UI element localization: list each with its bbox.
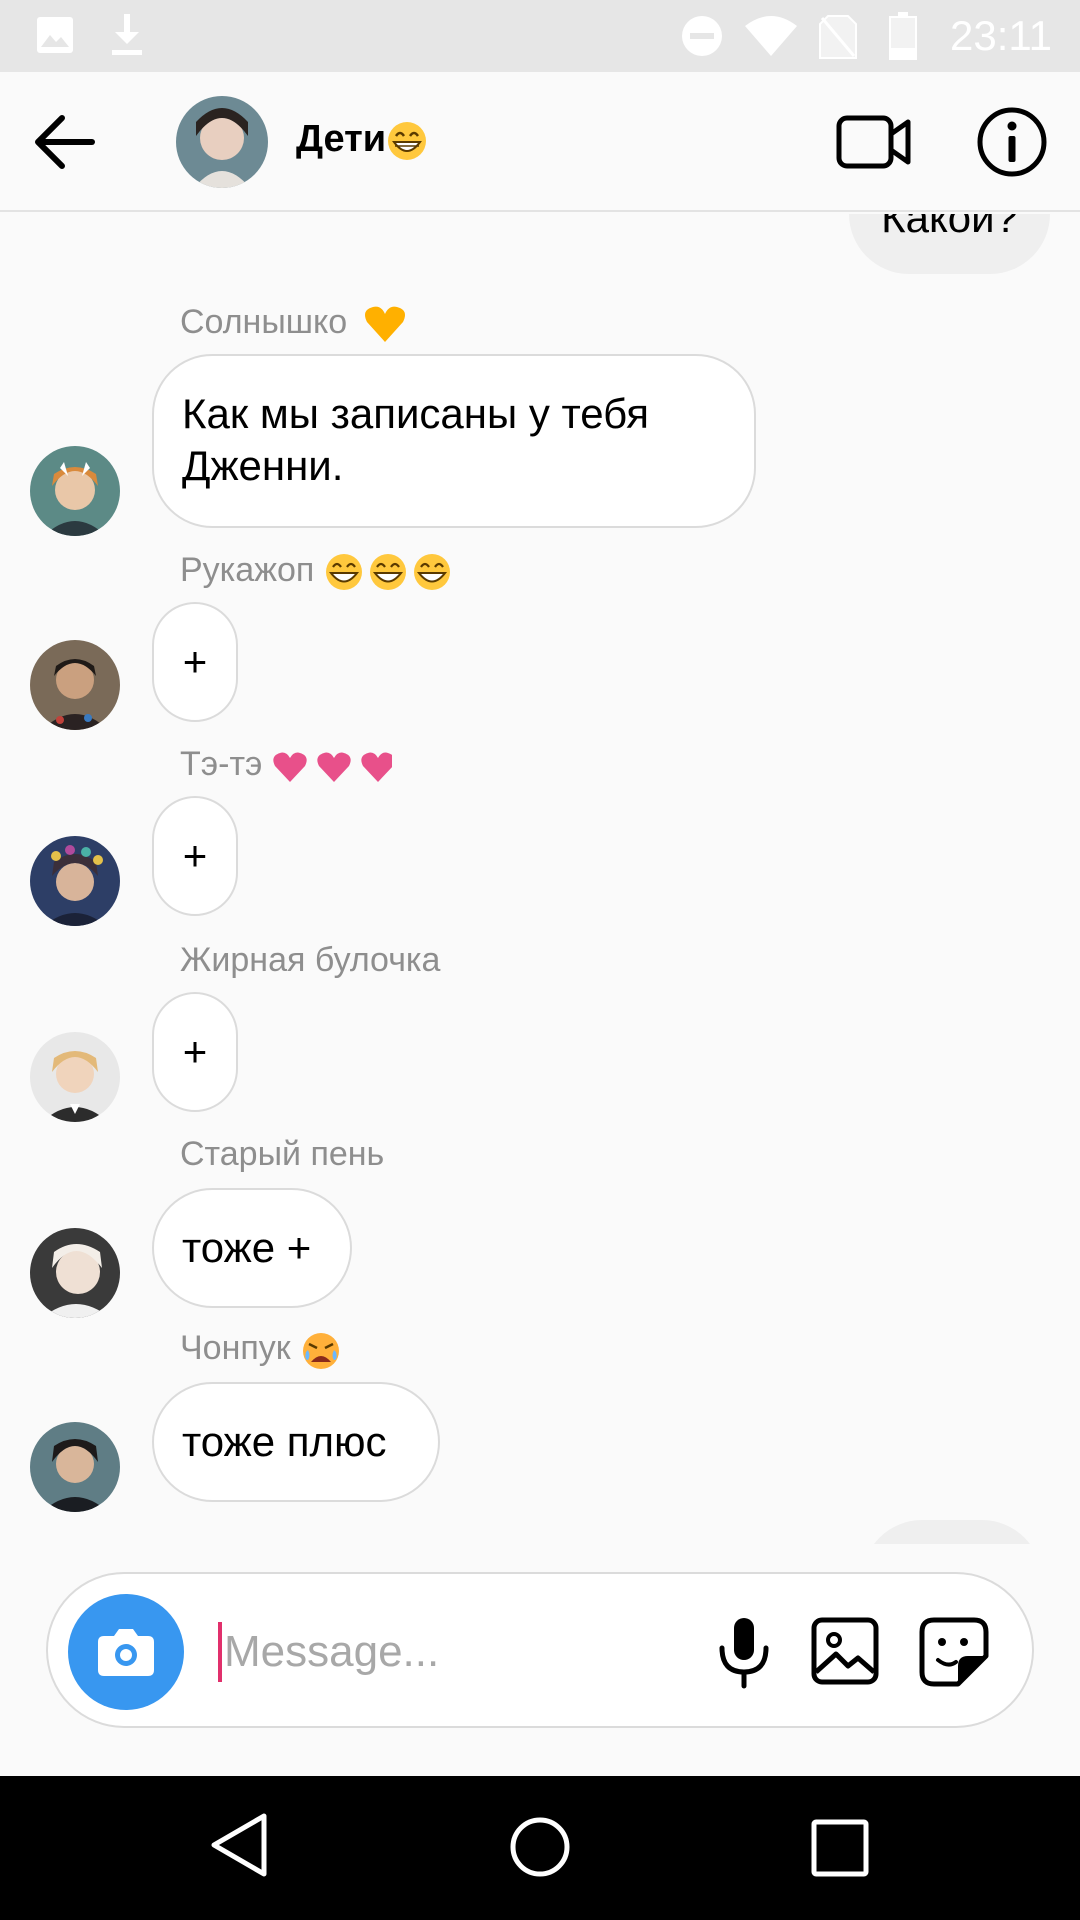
message-text: тоже плюс	[182, 1418, 387, 1465]
wifi-icon	[745, 16, 797, 56]
message-bubble[interactable]: тоже +	[152, 1188, 352, 1308]
sender-name: Старый пень	[180, 1134, 384, 1174]
avatar[interactable]	[30, 836, 120, 926]
image-icon	[37, 17, 73, 53]
message-bubble[interactable]: +	[152, 992, 238, 1112]
camera-button[interactable]	[68, 1594, 184, 1710]
grinning-face-emoji	[325, 554, 450, 591]
sender-name-text: Солнышко	[180, 303, 348, 341]
nav-home-icon[interactable]	[505, 1812, 575, 1882]
outgoing-message-bubble[interactable]	[862, 1520, 1042, 1544]
nav-back-icon[interactable]	[206, 1810, 276, 1880]
do-not-disturb-icon	[682, 16, 722, 56]
sender-name-text: Жирная булочка	[180, 941, 441, 979]
info-icon[interactable]	[976, 106, 1048, 178]
sender-name: Рукажоп	[180, 550, 456, 591]
message-text: +	[182, 832, 208, 879]
message-text: +	[182, 1028, 208, 1075]
group-avatar[interactable]	[176, 96, 268, 188]
avatar[interactable]	[30, 1032, 120, 1122]
video-call-icon[interactable]	[836, 112, 912, 172]
message-bubble[interactable]: тоже плюс	[152, 1382, 440, 1502]
nav-recents-icon[interactable]	[806, 1814, 876, 1884]
avatar[interactable]	[30, 1228, 120, 1318]
avatar[interactable]	[30, 1422, 120, 1512]
system-nav-bar	[0, 1776, 1080, 1920]
camera-icon	[98, 1629, 154, 1676]
microphone-icon[interactable]	[708, 1614, 780, 1690]
sender-name-text: Тэ-тэ	[180, 745, 263, 783]
sender-name: Жирная булочка	[180, 940, 440, 980]
group-title-text: Дети	[296, 118, 387, 160]
status-time: 23:11	[950, 12, 1052, 59]
message-bubble[interactable]: Как мы записаны у тебя Дженни.	[152, 354, 756, 528]
sender-name-text: Рукажоп	[180, 551, 315, 589]
gallery-icon[interactable]	[810, 1616, 880, 1686]
crying-face-emoji	[303, 1333, 340, 1370]
sender-name-text: Старый пень	[180, 1135, 385, 1173]
sender-name-text: Чонпук	[180, 1329, 291, 1367]
message-list[interactable]: Какой? Солнышко Как мы записаны у тебя Д…	[0, 214, 1080, 1544]
message-input[interactable]	[224, 1610, 724, 1694]
status-bar: 23:11	[0, 0, 1080, 72]
pink-heart-emoji	[273, 752, 392, 783]
text-cursor	[218, 1622, 222, 1682]
message-text: тоже +	[182, 1224, 312, 1271]
sticker-icon[interactable]	[918, 1616, 990, 1688]
no-sim-icon	[819, 15, 857, 59]
sender-name: Солнышко	[180, 302, 407, 343]
sender-name: Чонпук	[180, 1328, 342, 1370]
message-bubble[interactable]: +	[152, 602, 238, 722]
sender-name: Тэ-тэ	[180, 744, 392, 784]
battery-icon	[889, 12, 917, 60]
grinning-face-emoji	[388, 121, 427, 160]
message-text: Как мы записаны у тебя	[182, 390, 650, 437]
message-text: +	[182, 638, 208, 685]
group-title[interactable]: Дети	[296, 118, 428, 162]
chat-header: Дети	[0, 72, 1080, 212]
avatar[interactable]	[30, 446, 120, 536]
yellow-heart-emoji	[364, 306, 405, 343]
avatar[interactable]	[30, 640, 120, 730]
message-composer	[46, 1572, 1034, 1728]
outgoing-message-bubble[interactable]: Какой?	[849, 214, 1050, 274]
back-arrow-icon[interactable]	[30, 110, 100, 174]
message-bubble[interactable]: +	[152, 796, 238, 916]
download-icon	[112, 14, 142, 55]
message-text: Дженни.	[182, 442, 344, 489]
